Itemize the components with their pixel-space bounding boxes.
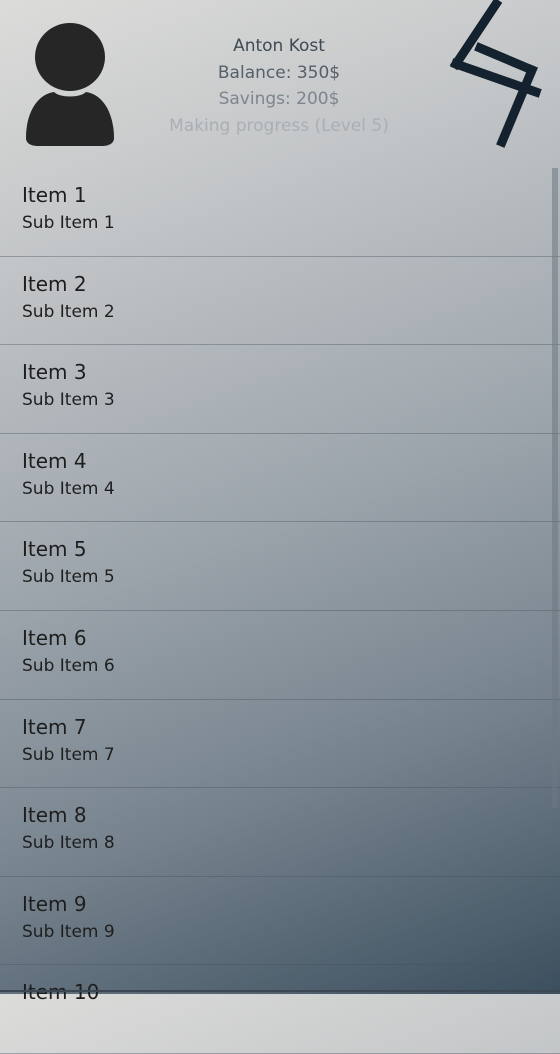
- item-subtitle: Sub Item 5: [22, 567, 115, 588]
- list-item[interactable]: Item 4 Sub Item 4: [0, 434, 560, 523]
- item-title: Item 9: [22, 891, 87, 916]
- user-name: Anton Kost: [233, 36, 325, 56]
- list-item[interactable]: Item 6 Sub Item 6: [0, 611, 560, 700]
- profile-header: Anton Kost Balance: 350$ Savings: 200$ M…: [0, 0, 560, 168]
- item-title: Item 2: [22, 271, 87, 296]
- item-title: Item 8: [22, 803, 87, 828]
- list-item[interactable]: Item 10: [0, 965, 560, 1054]
- item-subtitle: Sub Item 9: [22, 921, 115, 942]
- user-info: Anton Kost Balance: 350$ Savings: 200$ M…: [130, 33, 428, 139]
- item-title: Item 7: [22, 714, 87, 739]
- list-scrollbar[interactable]: [552, 168, 558, 808]
- item-title: Item 4: [22, 448, 87, 473]
- bottom-edge-divider: [0, 990, 560, 992]
- app-logo-icon: [449, 0, 542, 148]
- list-item[interactable]: Item 8 Sub Item 8: [0, 788, 560, 877]
- list-item[interactable]: Item 9 Sub Item 9: [0, 877, 560, 966]
- item-subtitle: Sub Item 2: [22, 301, 115, 322]
- balance-text: Balance: 350$: [217, 62, 341, 83]
- item-subtitle: Sub Item 3: [22, 390, 115, 411]
- item-subtitle: Sub Item 7: [22, 744, 115, 765]
- item-subtitle: Sub Item 1: [22, 213, 115, 233]
- user-avatar-icon[interactable]: [24, 20, 116, 146]
- list-item[interactable]: Item 1 Sub Item 1: [0, 168, 560, 257]
- savings-text: Savings: 200$: [218, 89, 340, 109]
- item-title: Item 5: [22, 537, 87, 562]
- item-title: Item 3: [22, 360, 87, 385]
- list-item[interactable]: Item 7 Sub Item 7: [0, 700, 560, 789]
- item-subtitle: Sub Item 8: [22, 833, 115, 854]
- item-title: Item 10: [22, 980, 100, 1005]
- item-title: Item 1: [22, 183, 87, 207]
- list-item[interactable]: Item 2 Sub Item 2: [0, 257, 560, 346]
- level-text: Making progress (Level 5): [169, 115, 389, 136]
- item-title: Item 6: [22, 625, 87, 650]
- item-list: Item 1 Sub Item 1 Item 2 Sub Item 2 Item…: [0, 168, 560, 1054]
- item-subtitle: Sub Item 6: [22, 655, 115, 676]
- list-item[interactable]: Item 5 Sub Item 5: [0, 522, 560, 611]
- list-item[interactable]: Item 3 Sub Item 3: [0, 345, 560, 434]
- item-subtitle: Sub Item 4: [22, 478, 115, 499]
